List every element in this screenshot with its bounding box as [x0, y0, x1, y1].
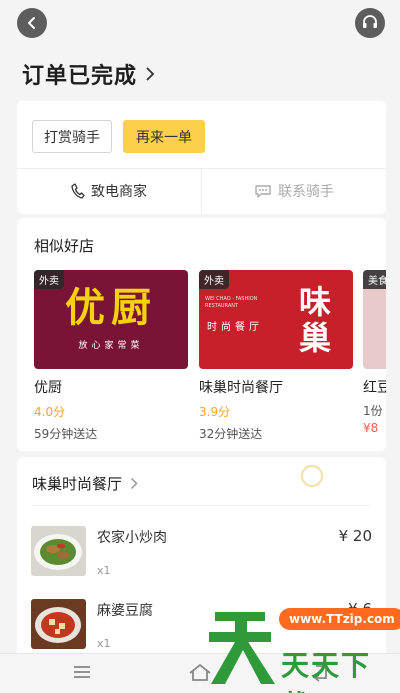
- order-actions-card: 打赏骑手 再来一单 致电商家 联系骑手: [17, 101, 386, 214]
- headset-icon: [363, 15, 377, 28]
- item-price: ¥ 20: [338, 527, 372, 545]
- reorder-button[interactable]: 再来一单: [123, 120, 205, 153]
- shop-card-youchu[interactable]: 外卖 优厨 放心家常菜 优厨 4.0分 59分钟送达: [34, 270, 188, 442]
- shop-logo-text: 味巢: [298, 283, 331, 357]
- contact-rider-label: 联系骑手: [278, 184, 334, 200]
- dish-image: [31, 526, 86, 576]
- call-merchant-button[interactable]: 致电商家: [17, 168, 201, 214]
- shop-name: 红豆: [363, 380, 386, 396]
- watermark: www.TTzip.com 天天下载: [205, 600, 400, 693]
- back-arrow-icon: [28, 17, 35, 29]
- call-merchant-label: 致电商家: [91, 184, 147, 200]
- order-status-title: 订单已完成: [22, 64, 138, 89]
- shop-card-partial[interactable]: 美食 红豆 1份 ¥8: [363, 270, 386, 435]
- shop-tag: 外卖: [199, 270, 229, 289]
- order-status-row[interactable]: 订单已完成: [22, 58, 155, 90]
- phone-icon: [71, 183, 85, 199]
- shop-rating: 4.0分: [34, 405, 66, 419]
- item-quantity: x1: [97, 637, 111, 650]
- similar-shops-card: 相似好店 外卖 优厨 放心家常菜 优厨 4.0分 59分钟送达 外卖 WEI C…: [17, 218, 386, 451]
- shop-image: 外卖 WEI CHAO · FASHION RESTAURANT 时尚餐厅 味巢: [199, 270, 353, 369]
- shop-logo-text: 优厨: [65, 285, 157, 331]
- item-name: 麻婆豆腐: [97, 603, 153, 619]
- back-button[interactable]: [17, 8, 47, 38]
- chevron-right-icon: [146, 67, 155, 81]
- shop-image: 美食: [363, 270, 386, 369]
- loading-spinner: [301, 465, 323, 487]
- section-title: 相似好店: [34, 237, 95, 255]
- shop-name: 优厨: [34, 380, 62, 396]
- shop-logo-subtitle: 时尚餐厅: [207, 322, 263, 333]
- chat-bubble-icon: [255, 185, 271, 198]
- item-quantity: x1: [97, 564, 111, 577]
- contact-rider-button[interactable]: 联系骑手: [202, 168, 386, 214]
- watermark-logo-icon: [209, 612, 275, 684]
- top-bar: [0, 0, 400, 46]
- watermark-text: 天天下载: [281, 649, 372, 693]
- shop-card-weichao[interactable]: 外卖 WEI CHAO · FASHION RESTAURANT 时尚餐厅 味巢…: [199, 270, 353, 442]
- watermark-url: www.TTzip.com: [279, 608, 400, 630]
- shop-logo: 优厨 放心家常菜: [34, 284, 188, 351]
- customer-service-button[interactable]: [355, 8, 385, 38]
- store-link[interactable]: 味巢时尚餐厅: [32, 473, 138, 494]
- shop-price: ¥8: [363, 421, 379, 435]
- divider: [32, 505, 371, 506]
- shop-image: 外卖 优厨 放心家常菜: [34, 270, 188, 369]
- order-item: 农家小炒肉 x1 ¥ 20: [31, 526, 372, 586]
- shop-name: 味巢时尚餐厅: [199, 380, 283, 396]
- dish-image: [31, 599, 86, 649]
- shop-tag: 美食: [363, 270, 386, 289]
- shop-delivery-time: 32分钟送达: [199, 427, 263, 441]
- chevron-right-icon: [130, 477, 138, 490]
- tip-rider-button[interactable]: 打赏骑手: [32, 120, 112, 153]
- shop-portion: 1份: [363, 404, 383, 418]
- shop-logo-subtitle: 放心家常菜: [78, 341, 144, 351]
- shop-rating: 3.9分: [199, 405, 231, 419]
- item-name: 农家小炒肉: [97, 530, 167, 546]
- store-name: 味巢时尚餐厅: [32, 475, 123, 493]
- menu-icon[interactable]: [72, 662, 92, 682]
- shop-delivery-time: 59分钟送达: [34, 427, 98, 441]
- shop-logo-english: WEI CHAO · FASHION RESTAURANT: [205, 296, 258, 309]
